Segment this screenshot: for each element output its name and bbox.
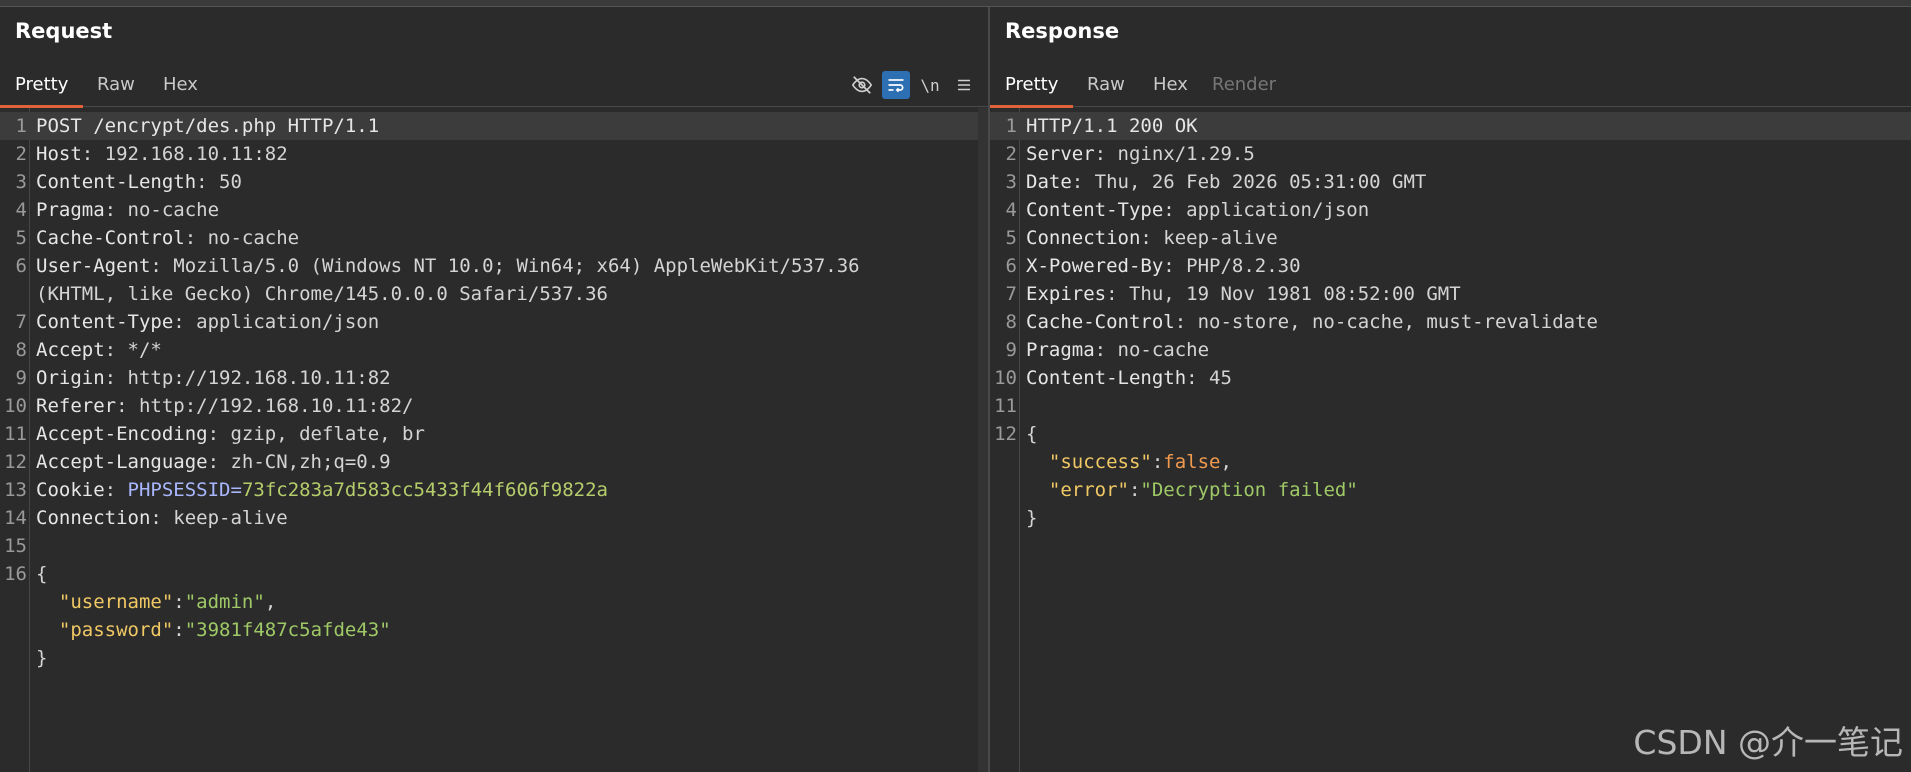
request-line: 11 Accept-Encoding: gzip, deflate, br — [4, 423, 425, 445]
response-line: 2 Server: nginx/1.29.5 — [1005, 143, 1255, 165]
request-panel: Request Pretty Raw Hex \n 1 POST /encryp… — [0, 7, 988, 772]
response-line: 9 Pragma: no-cache — [1005, 339, 1210, 361]
cookie-name: PHPSESSID — [127, 479, 231, 501]
response-line: 12{ — [994, 423, 1038, 445]
response-tabs: Pretty Raw Hex Render — [990, 65, 1911, 108]
response-tab-pretty[interactable]: Pretty — [990, 65, 1074, 108]
top-strip — [0, 0, 1911, 7]
request-line: 5 Cache-Control: no-cache — [15, 227, 300, 249]
request-line: 12 Accept-Language: zh-CN,zh;q=0.9 — [4, 451, 391, 473]
response-line: 3 Date: Thu, 26 Feb 2026 05:31:00 GMT — [1005, 171, 1427, 193]
response-tab-hex[interactable]: Hex — [1138, 65, 1203, 107]
request-line-wrapped: (KHTML, like Gecko) Chrome/145.0.0.0 Saf… — [36, 283, 608, 305]
request-tabs: Pretty Raw Hex \n — [0, 65, 988, 108]
menu-icon[interactable] — [950, 71, 978, 99]
watermark: CSDN @介一笔记 — [1633, 723, 1903, 762]
request-line: 10 Referer: http://192.168.10.11:82/ — [4, 395, 414, 417]
request-scrollbar[interactable] — [978, 108, 988, 772]
response-line: 5 Connection: keep-alive — [1005, 227, 1278, 249]
response-panel: Response Pretty Raw Hex Render 1 HTTP/1.1… — [990, 7, 1911, 772]
response-line: 4 Content-Type: application/json — [1005, 199, 1370, 221]
response-json-line: "error":"Decryption failed" — [1048, 479, 1358, 501]
wrap-lines-icon[interactable] — [882, 71, 910, 99]
response-editor[interactable]: 1 HTTP/1.1 200 OK 2 Server: nginx/1.29.5 3… — [990, 108, 1911, 772]
request-line: 1 POST /encrypt/des.php HTTP/1.1 — [0, 112, 988, 140]
request-line: 7 Content-Type: application/json — [15, 311, 380, 333]
response-tab-render: Render — [1212, 74, 1277, 95]
request-line: 2 Host: 192.168.10.11:82 — [15, 143, 288, 165]
request-editor[interactable]: 1 POST /encrypt/des.php HTTP/1.1 2 Host: 1… — [0, 108, 988, 772]
request-line: 3 Content-Length: 50 — [15, 171, 242, 193]
cookie-value: 73fc283a7d583cc5433f44f606f9822a — [241, 479, 608, 501]
request-json-line: "password":"3981f487c5afde43" — [58, 619, 391, 641]
request-line: 15 — [4, 535, 27, 557]
response-line: 10 Content-Length: 45 — [994, 367, 1232, 389]
request-line-cookie: 13 Cookie: PHPSESSID=73fc283a7d583cc5433f… — [4, 479, 608, 501]
eye-slash-icon[interactable] — [848, 71, 876, 99]
response-line: 11 — [994, 395, 1017, 417]
request-tab-hex[interactable]: Hex — [148, 65, 213, 107]
request-tab-raw[interactable]: Raw — [82, 65, 150, 107]
request-line: 14 Connection: keep-alive — [4, 507, 288, 529]
request-lines: 1 POST /encrypt/des.php HTTP/1.1 2 Host: 1… — [0, 112, 988, 672]
request-json-line: "username":"admin", — [58, 591, 277, 613]
response-line: 6 X-Powered-By: PHP/8.2.30 — [1005, 255, 1301, 277]
response-line: 8 Cache-Control: no-store, no-cache, must… — [1005, 311, 1598, 333]
response-tab-raw[interactable]: Raw — [1072, 65, 1140, 107]
response-lines: 1 HTTP/1.1 200 OK 2 Server: nginx/1.29.5 3… — [990, 112, 1911, 532]
request-line: 9 Origin: http://192.168.10.11:82 — [15, 367, 391, 389]
request-json-close: } — [36, 647, 48, 669]
response-line: 7 Expires: Thu, 19 Nov 1981 08:52:00 GMT — [1005, 283, 1461, 305]
response-json-close: } — [1026, 507, 1038, 529]
response-line: 1 HTTP/1.1 200 OK — [990, 112, 1911, 140]
request-tab-pretty[interactable]: Pretty — [0, 65, 84, 108]
response-title: Response — [1005, 19, 1120, 43]
request-line: 6 User-Agent: Mozilla/5.0 (Windows NT 10.… — [15, 255, 860, 277]
request-line: 16{ — [4, 563, 48, 585]
newline-icon[interactable]: \n — [916, 71, 944, 99]
request-title: Request — [15, 19, 113, 43]
response-json-line: "success":false, — [1048, 451, 1232, 473]
request-toolbar: \n — [848, 71, 988, 101]
request-line: 4 Pragma: no-cache — [15, 199, 220, 221]
request-line: 8 Accept: */* — [15, 339, 162, 361]
